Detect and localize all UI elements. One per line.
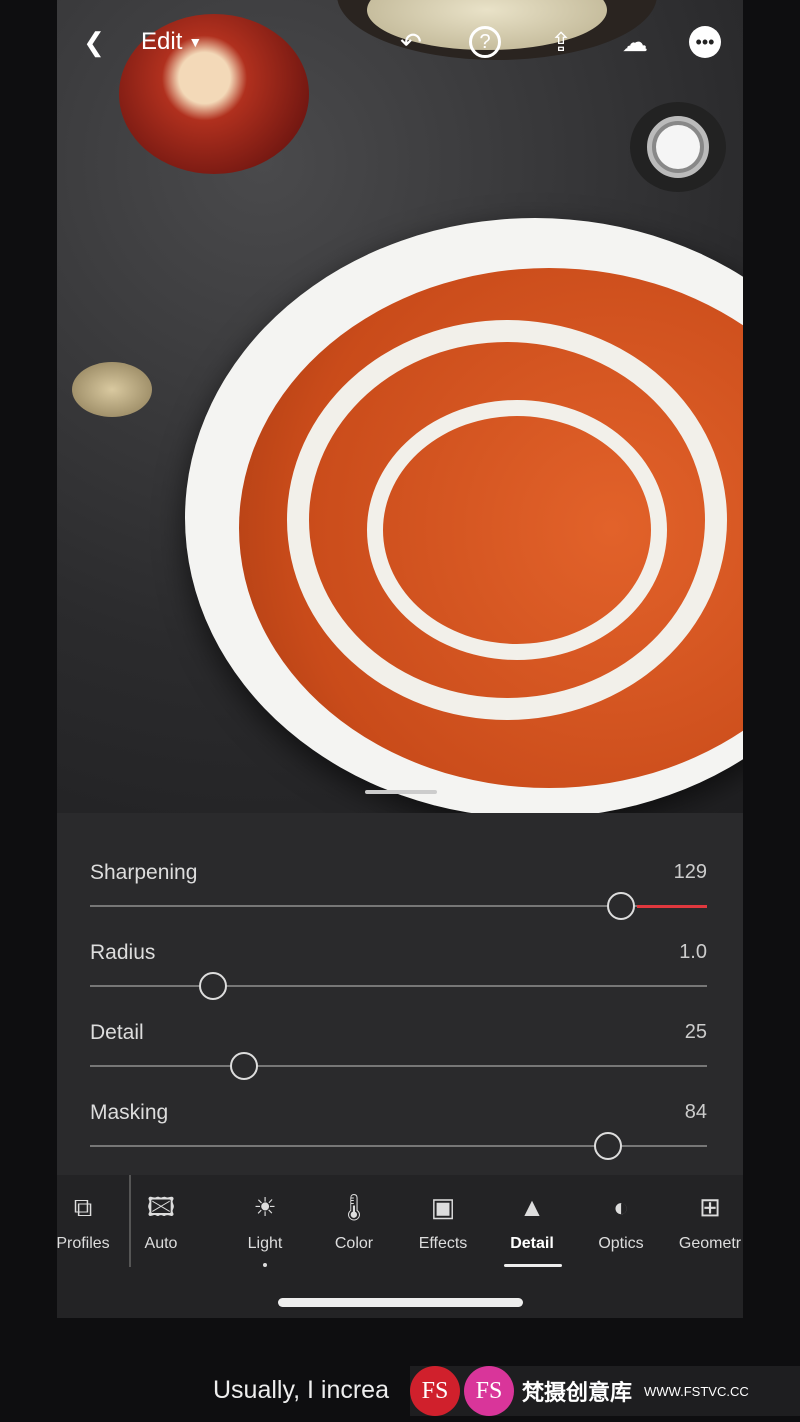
effects-icon: ▣ bbox=[430, 1192, 456, 1222]
home-indicator[interactable] bbox=[278, 1298, 523, 1307]
tool-optics[interactable]: ◐ Optics bbox=[577, 1189, 665, 1253]
tool-label: Auto bbox=[144, 1235, 178, 1252]
slider-thumb[interactable] bbox=[594, 1132, 622, 1160]
slider-label: Masking bbox=[90, 1101, 169, 1124]
slider-track[interactable] bbox=[90, 985, 707, 987]
edit-label: Edit bbox=[141, 28, 183, 55]
tool-detail[interactable]: ▲ Detail bbox=[488, 1189, 576, 1253]
watermark-logo-pink: FS bbox=[464, 1366, 514, 1416]
share-icon[interactable]: ⇪ bbox=[543, 22, 579, 62]
undo-icon[interactable]: ↶ bbox=[393, 22, 429, 62]
top-toolbar: ❮ Edit ▼ ↶ ? ⇪ ☁ ••• bbox=[57, 22, 743, 66]
tool-color[interactable]: 🌡 Color bbox=[310, 1189, 398, 1253]
subtitle-caption: Usually, I increa bbox=[213, 1376, 389, 1404]
tool-label: Effects bbox=[418, 1235, 468, 1252]
slider-value: 25 bbox=[684, 1021, 707, 1043]
auto-icon: 🖾 bbox=[146, 1192, 176, 1222]
tool-label: Geometr bbox=[678, 1235, 742, 1252]
slider-masking[interactable]: Masking 84 bbox=[90, 1101, 707, 1181]
slider-label: Radius bbox=[90, 941, 156, 964]
tool-effects[interactable]: ▣ Effects bbox=[399, 1189, 487, 1253]
slider-thumb[interactable] bbox=[230, 1052, 258, 1080]
tool-label: Light bbox=[247, 1235, 283, 1252]
cream-swirl-inner bbox=[367, 400, 667, 660]
phone-screen: ❮ Edit ▼ ↶ ? ⇪ ☁ ••• Sharpening 129 Radiu… bbox=[57, 0, 743, 1318]
tool-geometr[interactable]: ⊞ Geometr bbox=[666, 1189, 743, 1253]
slider-track[interactable] bbox=[90, 1065, 707, 1067]
more-icon[interactable]: ••• bbox=[687, 22, 723, 62]
slider-sharpening[interactable]: Sharpening 129 bbox=[90, 861, 707, 941]
slider-value: 129 bbox=[673, 861, 707, 883]
back-chevron-icon[interactable]: ❮ bbox=[79, 22, 109, 62]
tool-light[interactable]: ☀ Light bbox=[221, 1189, 309, 1253]
slider-value: 84 bbox=[684, 1101, 707, 1123]
caret-down-icon: ▼ bbox=[188, 34, 203, 50]
watermark: FS FS 梵摄创意库 WWW.FSTVC.CC bbox=[410, 1366, 800, 1416]
active-tab-underline bbox=[504, 1264, 562, 1267]
light-icon: ☀ bbox=[253, 1192, 277, 1222]
compare-button[interactable] bbox=[630, 102, 726, 192]
slider-thumb[interactable] bbox=[199, 972, 227, 1000]
optics-icon: ◐ bbox=[613, 1192, 629, 1222]
geometr-icon: ⊞ bbox=[699, 1192, 721, 1222]
slider-radius[interactable]: Radius 1.0 bbox=[90, 941, 707, 1021]
detail-panel: Sharpening 129 Radius 1.0 Detail 25 Mask… bbox=[57, 813, 743, 1175]
tool-label: Optics bbox=[598, 1235, 644, 1252]
slider-fill bbox=[637, 905, 707, 908]
cloud-alert-icon[interactable]: ☁ bbox=[613, 22, 657, 62]
watermark-text: 梵摄创意库 bbox=[522, 1380, 633, 1405]
slider-value: 1.0 bbox=[679, 941, 707, 963]
tool-auto[interactable]: 🖾 Auto bbox=[117, 1189, 205, 1253]
slider-detail[interactable]: Detail 25 bbox=[90, 1021, 707, 1101]
detail-icon: ▲ bbox=[519, 1192, 545, 1222]
pistachio bbox=[72, 362, 152, 417]
color-icon: 🌡 bbox=[337, 1192, 371, 1222]
slider-thumb[interactable] bbox=[607, 892, 635, 920]
light-indicator-dot bbox=[263, 1263, 267, 1267]
edit-mode-dropdown[interactable]: Edit ▼ bbox=[141, 22, 202, 62]
watermark-url: WWW.FSTVC.CC bbox=[644, 1383, 749, 1399]
help-icon[interactable]: ? bbox=[467, 22, 503, 62]
slider-label: Sharpening bbox=[90, 861, 198, 884]
tool-label: Detail bbox=[510, 1235, 554, 1252]
panel-grabber[interactable] bbox=[365, 790, 437, 794]
tool-label: Color bbox=[334, 1235, 374, 1252]
slider-label: Detail bbox=[90, 1021, 144, 1044]
watermark-logo-red: FS bbox=[410, 1366, 460, 1416]
tool-bar: ⧉ Profiles 🖾 Auto ☀ Light 🌡 Color ▣ Effects ▲ Detai… bbox=[57, 1175, 743, 1318]
